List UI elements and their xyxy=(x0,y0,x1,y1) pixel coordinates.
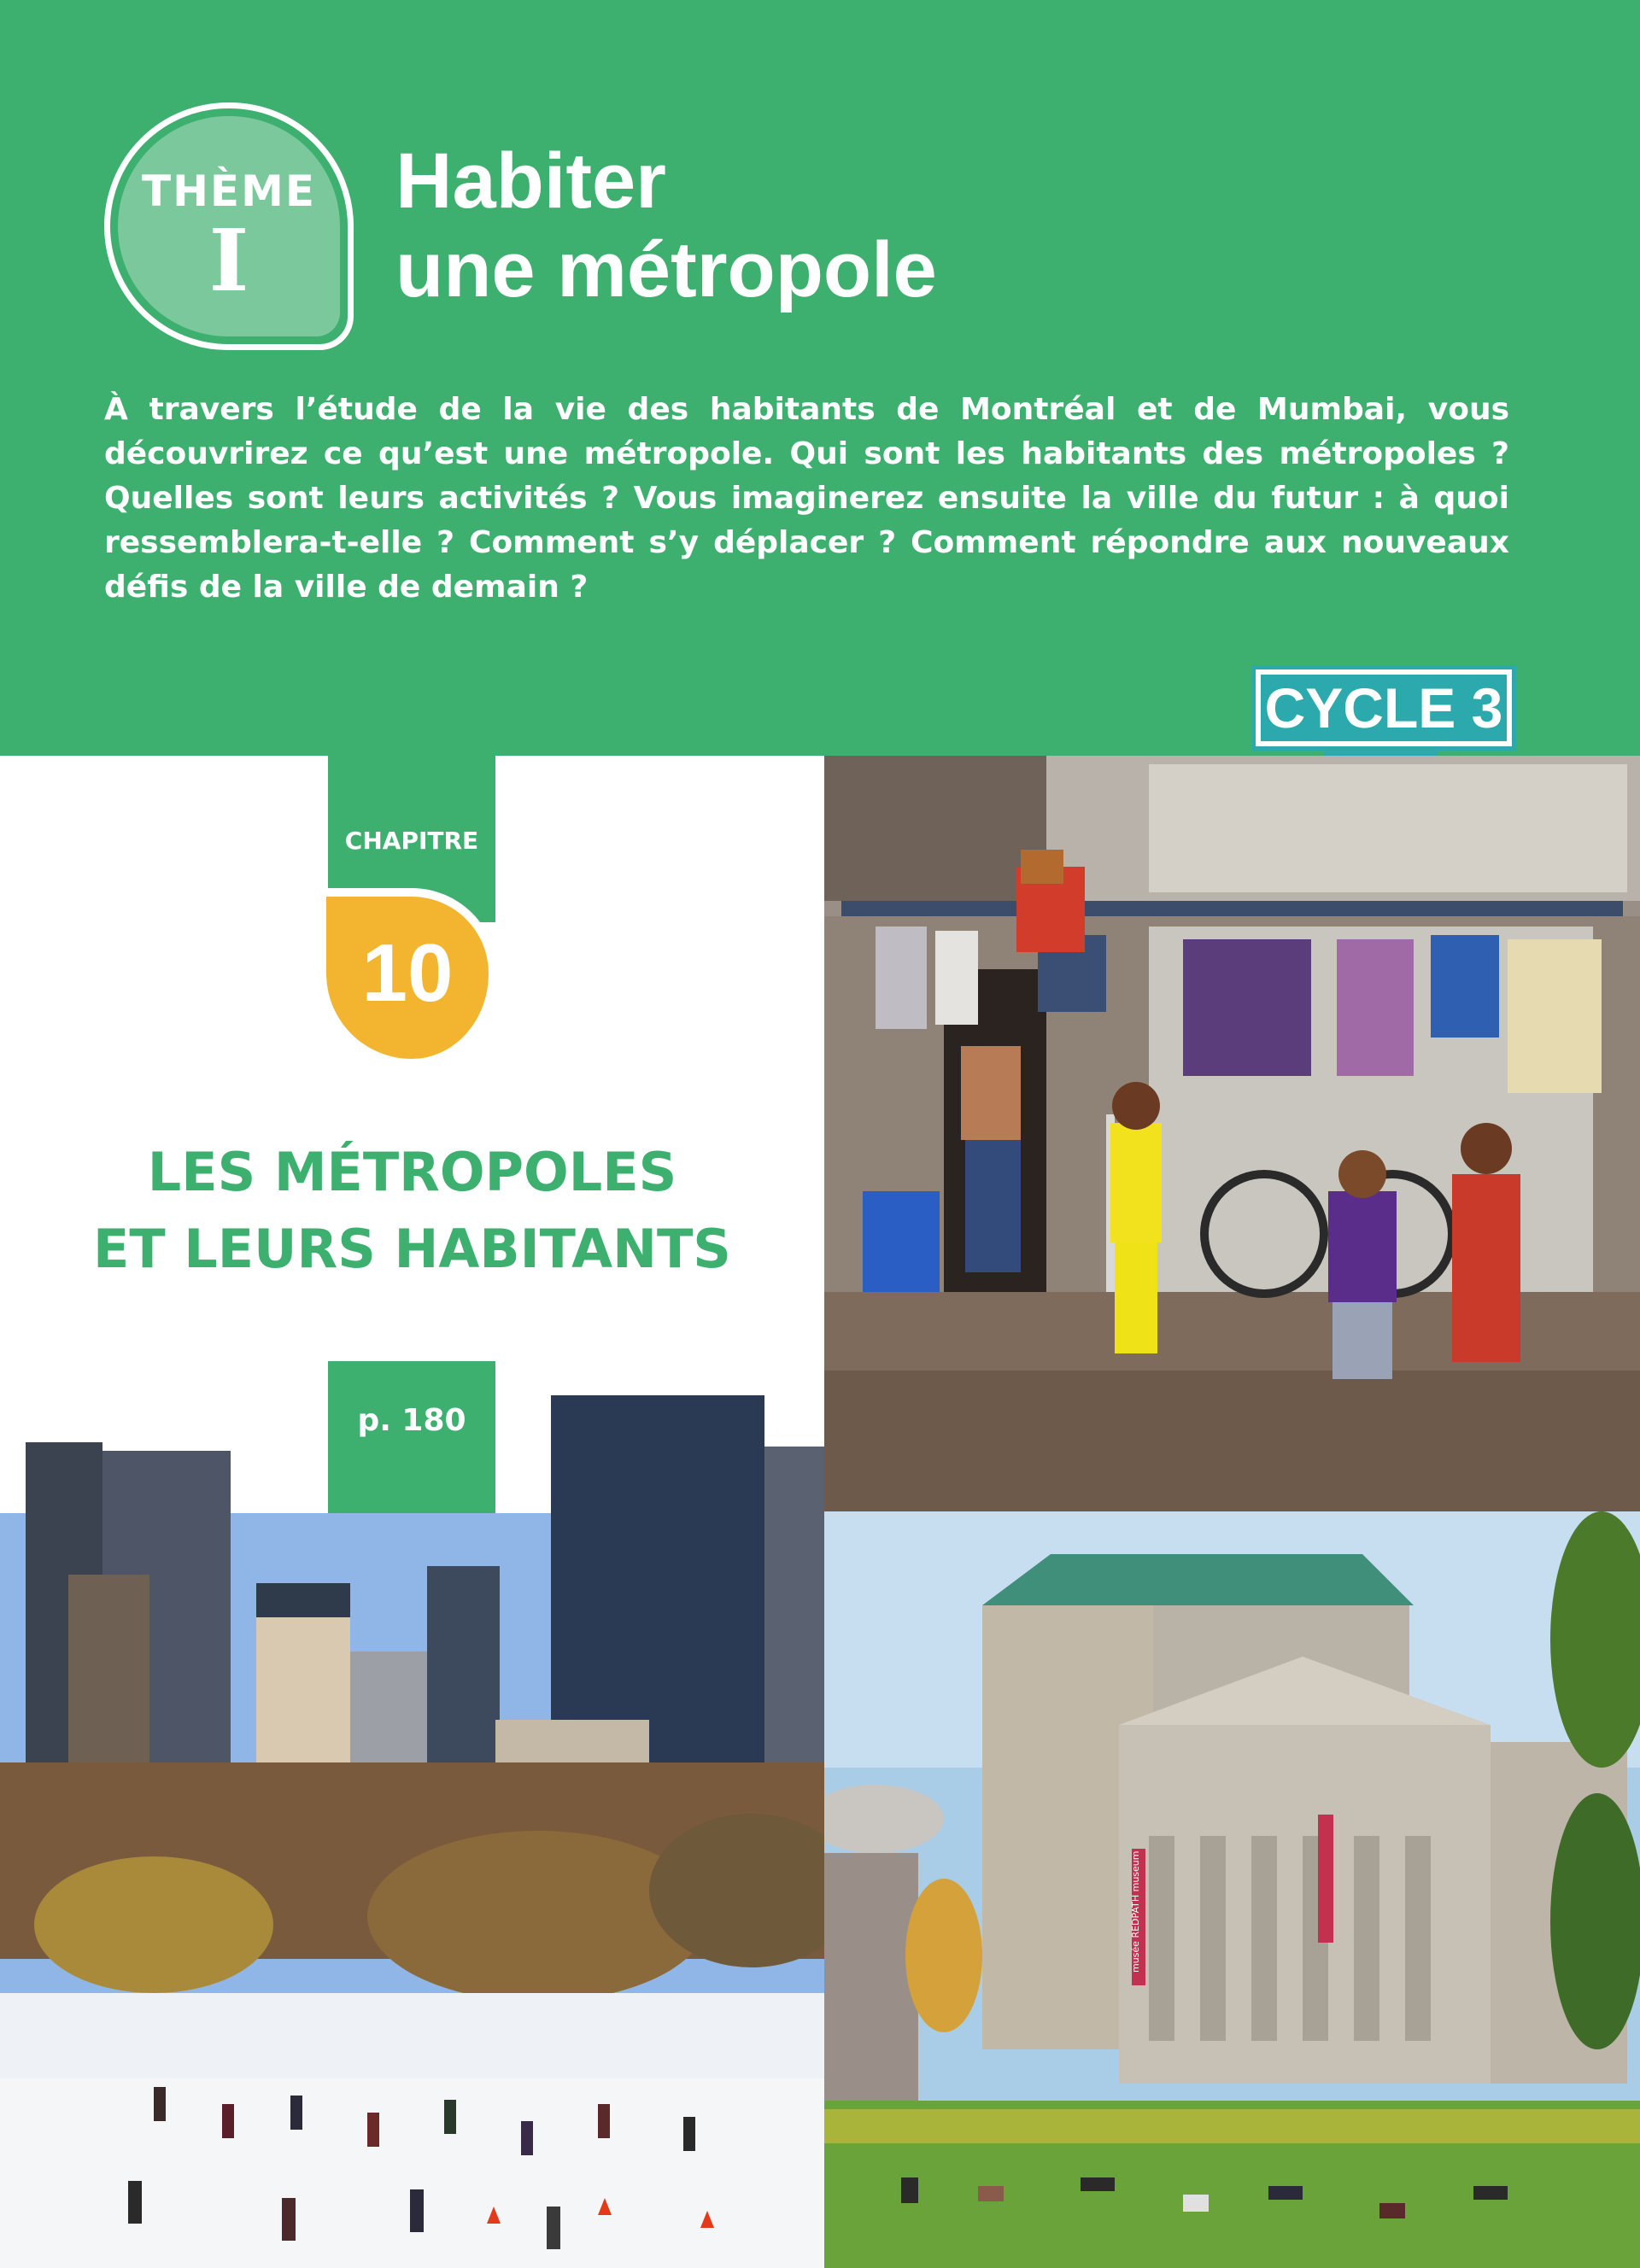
cycle-badge: CYCLE 3 xyxy=(1251,665,1516,751)
theme-badge-label: THÈME xyxy=(141,167,317,216)
chapter-title-line2: ET LEURS HABITANTS xyxy=(93,1218,731,1280)
theme-intro-text: À travers l’étude de la vie des habitant… xyxy=(104,392,1509,605)
photo-montreal-museum: musée REDPATH museum xyxy=(824,1511,1640,2268)
chapter-number-badge: 10 xyxy=(326,888,497,1059)
theme-title-line2: une métropole xyxy=(395,226,937,313)
chapter-page-reference: p. 180 xyxy=(328,1361,495,1513)
theme-badge-number: I xyxy=(208,210,249,311)
museum-banner-text: musée REDPATH museum xyxy=(1130,1851,1141,1973)
photo-mumbai-slum xyxy=(824,756,1640,1511)
chapter-label: CHAPITRE xyxy=(344,827,479,855)
chapter-title-line1: LES MÉTROPOLES xyxy=(147,1141,677,1203)
theme-title: Habiter une métropole xyxy=(395,137,937,314)
theme-title-line1: Habiter xyxy=(395,137,666,225)
chapter-title: LES MÉTROPOLES ET LEURS HABITANTS xyxy=(0,1134,824,1288)
